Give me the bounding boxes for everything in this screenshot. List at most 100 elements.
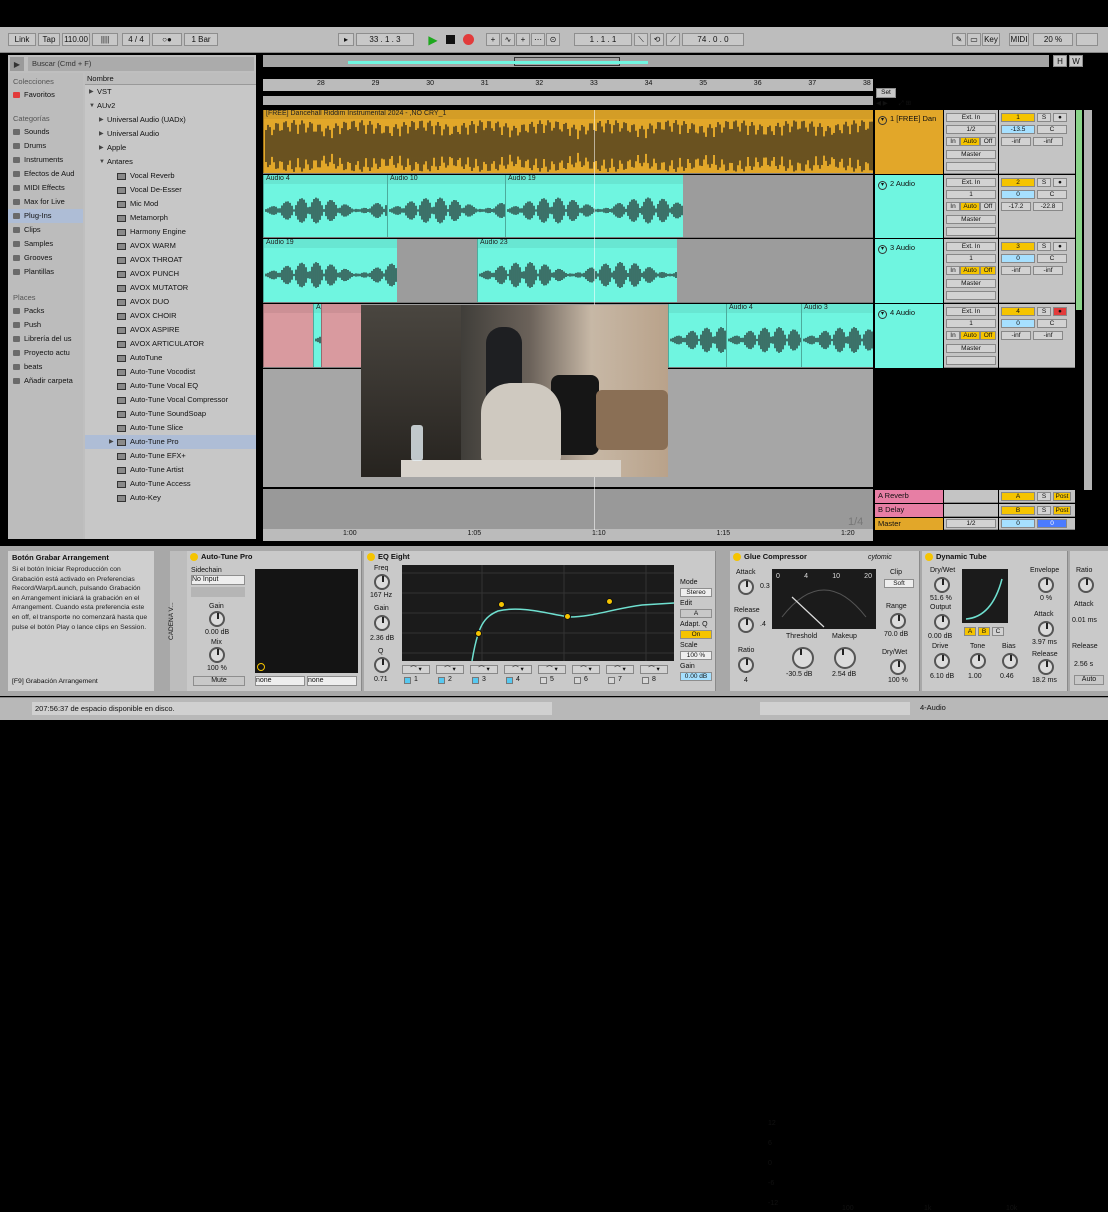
eq-band-filter-menu[interactable]: ⌒ ▾ [402, 665, 430, 674]
audio-clip[interactable] [263, 304, 313, 367]
audio-clip[interactable]: A [313, 304, 321, 367]
comp-drywet-knob[interactable] [890, 659, 906, 675]
midi-map-button[interactable]: MIDI [1009, 33, 1029, 46]
eq-band-filter-menu[interactable]: ⌒ ▾ [572, 665, 600, 674]
sidebar-item[interactable]: MIDI Effects [13, 181, 83, 195]
eq-band-filter-menu[interactable]: ⌒ ▾ [470, 665, 498, 674]
tree-item[interactable]: Vocal Reverb [85, 169, 256, 183]
tree-item[interactable]: Harmony Engine [85, 225, 256, 239]
eq-mode-menu[interactable]: Stereo [680, 588, 712, 597]
tree-item[interactable]: AVOX ARTICULATOR [85, 337, 256, 351]
input-channel-menu[interactable]: 1/2 [946, 125, 996, 134]
plugin-display[interactable] [255, 569, 358, 673]
sidechain-menu-2[interactable]: none [307, 676, 357, 686]
input-channel-menu[interactable]: 1 [946, 190, 996, 199]
tube-power-icon[interactable] [925, 553, 933, 561]
automation-arm-icon[interactable]: ∿ [501, 33, 515, 46]
eq-band-toggle[interactable] [540, 677, 547, 684]
tube-drywet-knob[interactable] [934, 577, 950, 593]
play-icon[interactable]: ▶ [426, 33, 440, 47]
overview-w-icon[interactable]: W [1069, 55, 1083, 67]
solo-button[interactable]: S [1037, 178, 1051, 187]
track-header[interactable]: ▾ 4 Audio [875, 304, 943, 368]
eq-band-toggle[interactable] [574, 677, 581, 684]
arm-button[interactable]: ● [1053, 113, 1067, 122]
tube-mode-c-button[interactable]: C [992, 627, 1004, 636]
eq-band-toggle[interactable] [404, 677, 411, 684]
eq-graph[interactable] [402, 565, 674, 661]
input-channel-menu[interactable]: 1 [946, 319, 996, 328]
monitor-off-button[interactable]: Off [980, 202, 996, 211]
tube-output-knob[interactable] [934, 614, 950, 630]
comp-attack-knob[interactable] [738, 579, 754, 595]
eq-band-toggle[interactable] [472, 677, 479, 684]
sidebar-item[interactable]: Añadir carpeta [13, 374, 83, 388]
eq-band[interactable]: ⌒ ▾ 3 [470, 665, 502, 687]
master-volume[interactable]: 0 [1001, 519, 1035, 528]
overdub-icon[interactable]: + [486, 33, 500, 46]
output-menu[interactable]: Master [946, 215, 996, 224]
output-menu[interactable]: Master [946, 150, 996, 159]
monitor-off-button[interactable]: Off [980, 331, 996, 340]
track-fold-icon[interactable]: ▾ [878, 116, 887, 125]
track-fold-icon[interactable]: ▾ [878, 245, 887, 254]
audio-clip[interactable]: Audio 4 [263, 175, 387, 237]
set-button[interactable]: Set [876, 88, 896, 98]
arm-button[interactable]: ● [1053, 307, 1067, 316]
tree-item[interactable]: Auto-Tune Vocal Compressor [85, 393, 256, 407]
eq-band-2-handle[interactable] [498, 601, 505, 608]
sidebar-item[interactable]: Librería del us [13, 332, 83, 346]
time-ruler[interactable]: 1:00 1:05 1:10 1:15 1:20 [263, 529, 873, 541]
eq-edit-button[interactable]: A [680, 609, 712, 618]
last-auto-button[interactable]: Auto [1074, 675, 1104, 685]
last-ratio-knob[interactable] [1078, 577, 1094, 593]
post-button[interactable]: Post [1053, 492, 1071, 501]
output-menu[interactable]: Master [946, 344, 996, 353]
volume-field[interactable]: 0 [1001, 190, 1035, 199]
comp-range-knob[interactable] [890, 613, 906, 629]
loop-brace[interactable] [263, 96, 873, 105]
eq-band-filter-menu[interactable]: ⌒ ▾ [640, 665, 668, 674]
solo-button[interactable]: S [1037, 492, 1051, 501]
track-fold-icon[interactable]: ▾ [878, 181, 887, 190]
eq-band-toggle[interactable] [506, 677, 513, 684]
gain-knob[interactable] [209, 611, 225, 627]
master-pan[interactable]: 0 [1037, 519, 1067, 528]
output-menu[interactable]: Master [946, 279, 996, 288]
loop-icon[interactable]: ⟲ [650, 33, 664, 46]
tube-mode-b-button[interactable]: B [978, 627, 990, 636]
return-track-header[interactable]: B Delay [875, 504, 943, 517]
tube-mode-a-button[interactable]: A [964, 627, 976, 636]
solo-button[interactable]: S [1037, 113, 1051, 122]
eq-freq-knob[interactable] [374, 574, 390, 590]
track-lane[interactable]: Audio 19 Audio 23 [263, 239, 873, 303]
tube-attack-knob[interactable] [1038, 621, 1054, 637]
tree-item[interactable]: ▶ VST [85, 85, 256, 99]
monitor-off-button[interactable]: Off [980, 266, 996, 275]
loop-start[interactable]: 1 . 1 . 1 [574, 33, 632, 46]
comp-threshold-knob[interactable] [792, 647, 814, 669]
eq-band[interactable]: ⌒ ▾ 8 [640, 665, 672, 687]
eq-q-knob[interactable] [374, 657, 390, 673]
track-lane[interactable]: Audio 4 Audio 10 Audio 19 [263, 175, 873, 238]
eq-band[interactable]: ⌒ ▾ 5 [538, 665, 570, 687]
tree-item[interactable]: AVOX THROAT [85, 253, 256, 267]
monitor-in-button[interactable]: In [946, 137, 960, 146]
tree-item[interactable]: ▼ Antares [85, 155, 256, 169]
eq-band-3-handle[interactable] [564, 613, 571, 620]
tree-item[interactable]: Auto-Tune Vocodist [85, 365, 256, 379]
eq-power-icon[interactable] [367, 553, 375, 561]
eq-band-filter-menu[interactable]: ⌒ ▾ [606, 665, 634, 674]
tree-item[interactable]: ▼ AUv2 [85, 99, 256, 113]
sidechain-menu-1[interactable]: none [255, 676, 305, 686]
track-activator[interactable]: 2 [1001, 178, 1035, 187]
punch-out-icon[interactable]: ⟋ [666, 33, 680, 46]
monitor-auto-button[interactable]: Auto [960, 202, 980, 211]
bar-ruler[interactable]: 28 29 30 31 32 33 34 35 36 37 38 [263, 79, 873, 91]
tree-item[interactable]: Auto-Tune Slice [85, 421, 256, 435]
eq-band-toggle[interactable] [608, 677, 615, 684]
draw-mode-icon[interactable]: ✎ [952, 33, 966, 46]
monitor-in-button[interactable]: In [946, 202, 960, 211]
tempo-field[interactable]: 110.00 [62, 33, 90, 46]
tree-item[interactable]: ▶ Apple [85, 141, 256, 155]
